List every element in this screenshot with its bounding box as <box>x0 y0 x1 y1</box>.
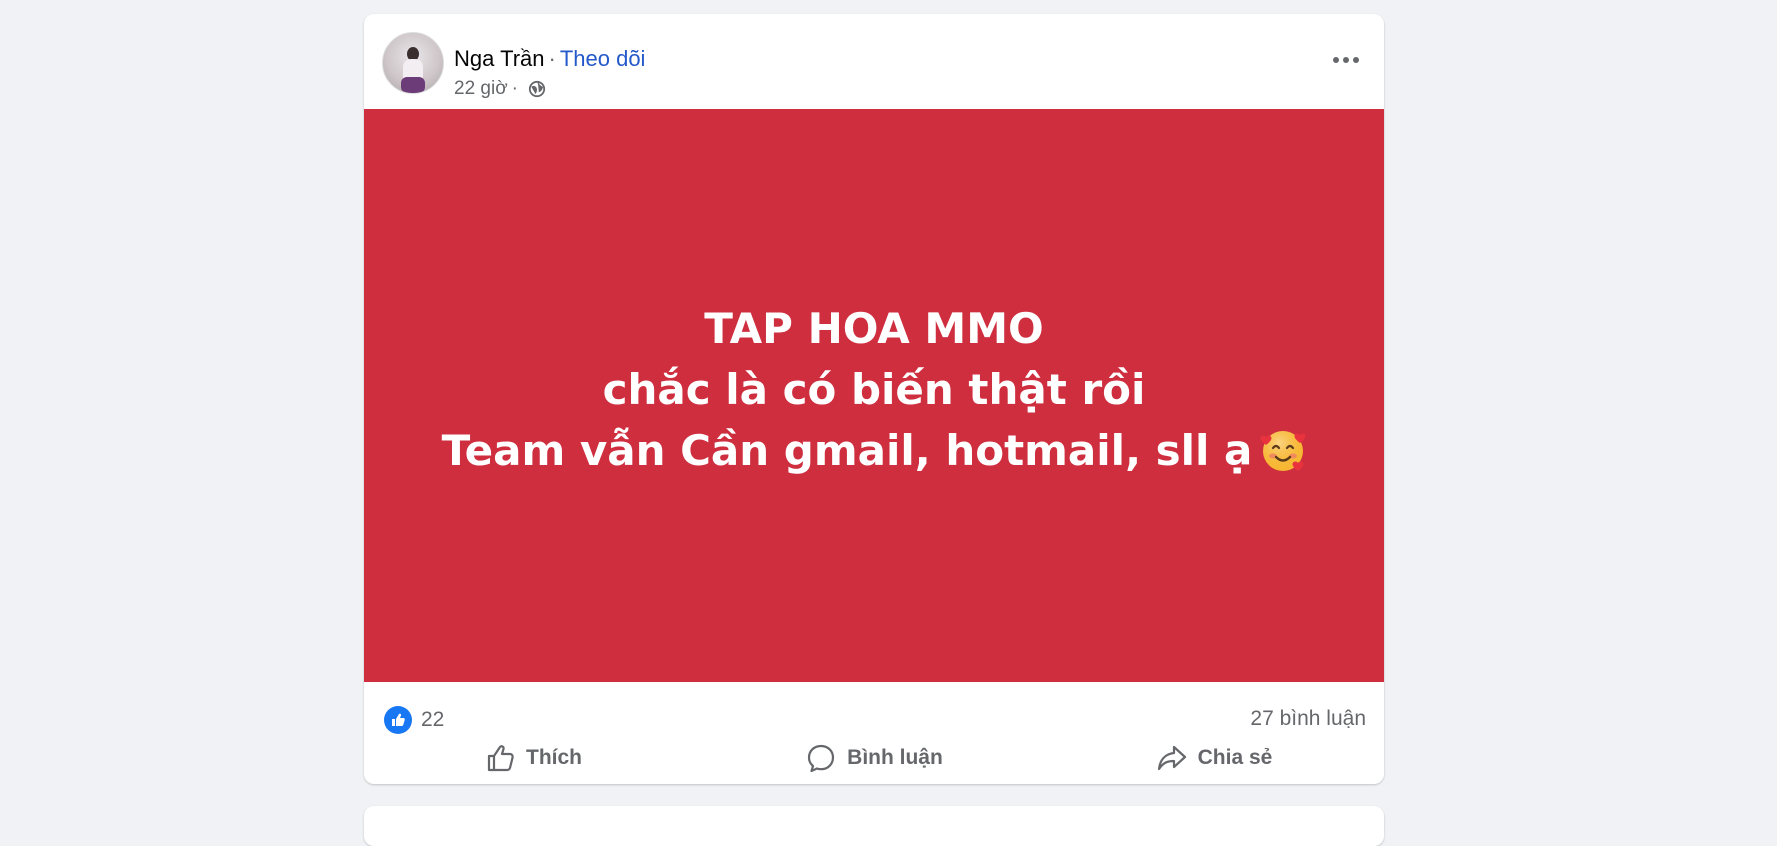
post-text-line-3: Team vẫn Cần gmail, hotmail, sll ạ <box>442 420 1307 481</box>
post-header: Nga Trần · Theo dõi 22 giờ · <box>364 14 1384 109</box>
name-separator: · <box>548 46 556 71</box>
more-options-icon[interactable] <box>1326 40 1366 80</box>
comment-count[interactable]: 27 bình luận <box>1250 707 1366 731</box>
comment-label: Bình luận <box>847 746 943 769</box>
author-name[interactable]: Nga Trần <box>454 46 545 71</box>
reaction-count[interactable]: 22 <box>421 708 444 732</box>
like-reaction-icon[interactable] <box>384 706 412 734</box>
like-label: Thích <box>526 746 582 769</box>
comment-button[interactable]: Bình luận <box>704 734 1044 782</box>
post-background: TAP HOA MMO chắc là có biến thật rồi Tea… <box>364 109 1384 682</box>
post-time[interactable]: 22 giờ <box>454 78 508 100</box>
post-text: TAP HOA MMO chắc là có biến thật rồi Tea… <box>442 298 1307 481</box>
post-text-line-3-text: Team vẫn Cần gmail, hotmail, sll ạ <box>441 426 1253 475</box>
post-stats: 22 27 bình luận <box>364 682 1384 734</box>
post-actions: Thích Bình luận Chia sẻ <box>364 734 1384 782</box>
post-meta: 22 giờ · <box>454 78 546 100</box>
post-text-line-1: TAP HOA MMO <box>704 304 1044 353</box>
share-label: Chia sẻ <box>1197 746 1273 769</box>
author-line: Nga Trần · Theo dõi <box>454 45 645 73</box>
share-icon <box>1157 745 1186 771</box>
author-avatar[interactable] <box>382 32 444 94</box>
post-text-line-2: chắc là có biến thật rồi <box>602 365 1146 414</box>
post-card: Nga Trần · Theo dõi 22 giờ · TAP HOA MMO c… <box>364 14 1384 784</box>
globe-icon[interactable] <box>528 80 546 98</box>
thumbs-up-icon <box>487 745 514 772</box>
next-post-card <box>364 806 1384 846</box>
like-button[interactable]: Thích <box>364 734 704 782</box>
follow-link[interactable]: Theo dõi <box>560 46 646 71</box>
share-button[interactable]: Chia sẻ <box>1044 734 1384 782</box>
time-separator: · <box>511 78 518 99</box>
comment-icon <box>808 744 835 773</box>
smiling-face-with-hearts-emoji <box>1260 430 1306 471</box>
